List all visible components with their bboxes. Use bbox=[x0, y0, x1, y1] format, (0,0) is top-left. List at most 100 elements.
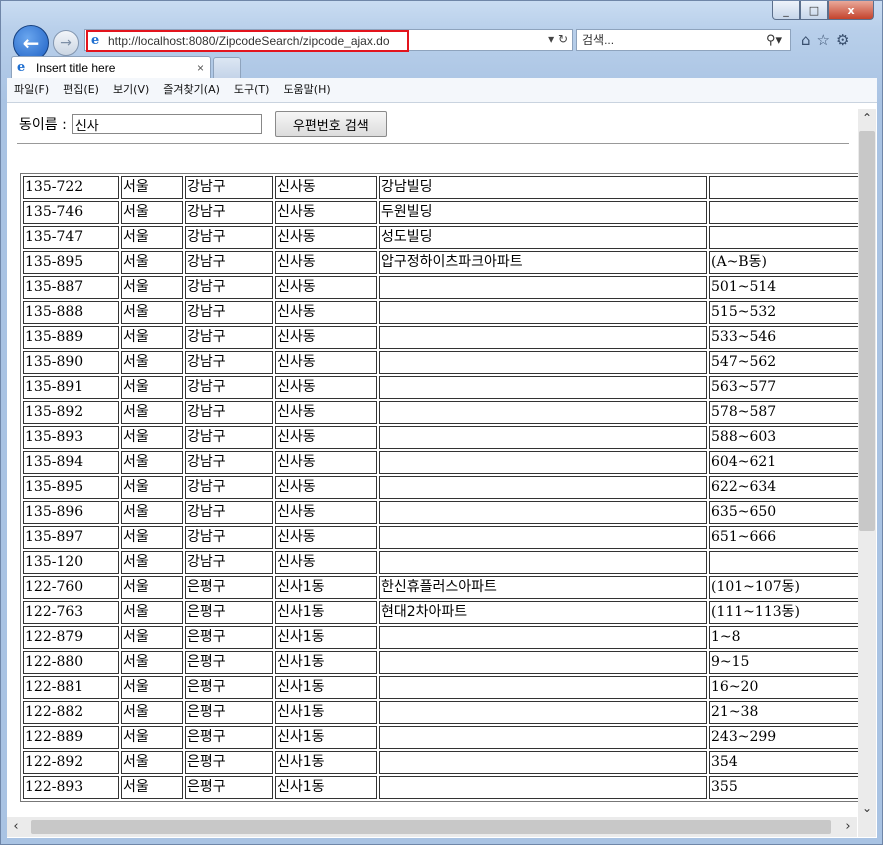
table-cell: 현대2차아파트 bbox=[379, 601, 707, 624]
table-cell: (101~107동) bbox=[709, 576, 862, 599]
table-cell: 강남구 bbox=[185, 476, 273, 499]
table-cell: 신사동 bbox=[275, 201, 377, 224]
scroll-up-icon[interactable]: ⌃ bbox=[858, 109, 876, 127]
search-icon[interactable]: ⚲▾ bbox=[766, 30, 782, 50]
url-text: http://localhost:8080/ZipcodeSearch/zipc… bbox=[108, 34, 390, 48]
table-row: 122-893 서울 은평구 신사1동 355 bbox=[23, 776, 862, 799]
table-row: 135-889 서울 강남구 신사동 533~546 bbox=[23, 326, 862, 349]
table-cell: 신사동 bbox=[275, 326, 377, 349]
scroll-down-icon[interactable]: ⌄ bbox=[858, 799, 876, 817]
menu-help[interactable]: 도움말(H) bbox=[276, 78, 337, 102]
dong-input[interactable] bbox=[71, 114, 262, 134]
table-cell bbox=[379, 701, 707, 724]
zipcode-table: 135-722 서울 강남구 신사동 강남빌딩 135-746 서울 강남구 신사동 두원빌딩 13… bbox=[20, 173, 865, 802]
table-cell: 9~15 bbox=[709, 651, 862, 674]
tab-close-icon[interactable]: × bbox=[197, 57, 204, 79]
table-cell: 신사동 bbox=[275, 301, 377, 324]
scroll-right-icon[interactable]: › bbox=[839, 817, 857, 837]
table-cell: 서울 bbox=[121, 651, 183, 674]
browser-search-box[interactable]: 검색... ⚲▾ bbox=[576, 29, 791, 51]
table-cell: 135-889 bbox=[23, 326, 119, 349]
table-cell: 135-896 bbox=[23, 501, 119, 524]
table-cell bbox=[379, 676, 707, 699]
table-cell: 135-891 bbox=[23, 376, 119, 399]
table-cell: 651~666 bbox=[709, 526, 862, 549]
scroll-left-icon[interactable]: ‹ bbox=[7, 817, 25, 837]
table-row: 135-897 서울 강남구 신사동 651~666 bbox=[23, 526, 862, 549]
table-cell: 신사1동 bbox=[275, 651, 377, 674]
table-cell: 강남구 bbox=[185, 226, 273, 249]
table-cell: 서울 bbox=[121, 601, 183, 624]
table-cell: 은평구 bbox=[185, 751, 273, 774]
table-cell: 강남구 bbox=[185, 251, 273, 274]
table-cell: 서울 bbox=[121, 626, 183, 649]
forward-button[interactable]: → bbox=[53, 30, 79, 56]
minimize-button[interactable]: _ bbox=[772, 1, 800, 20]
table-cell: 135-895 bbox=[23, 476, 119, 499]
table-cell bbox=[379, 476, 707, 499]
menu-file[interactable]: 파일(F) bbox=[7, 78, 56, 102]
horizontal-scrollbar[interactable]: ‹ › bbox=[7, 817, 857, 837]
table-cell: 강남구 bbox=[185, 276, 273, 299]
settings-gear-icon[interactable]: ⚙ bbox=[836, 31, 849, 49]
menu-bar: 파일(F) 편집(E) 보기(V) 즐겨찾기(A) 도구(T) 도움말(H) bbox=[7, 78, 877, 103]
table-cell: 강남구 bbox=[185, 451, 273, 474]
table-cell bbox=[709, 551, 862, 574]
dropdown-arrow-icon[interactable]: ▾ bbox=[548, 32, 554, 46]
table-cell: 서울 bbox=[121, 551, 183, 574]
close-window-button[interactable]: x bbox=[828, 1, 874, 20]
address-bar[interactable]: e http://localhost:8080/ZipcodeSearch/zi… bbox=[84, 29, 573, 52]
table-cell: (A~B동) bbox=[709, 251, 862, 274]
table-row: 135-891 서울 강남구 신사동 563~577 bbox=[23, 376, 862, 399]
table-cell: 122-882 bbox=[23, 701, 119, 724]
horizontal-scroll-thumb[interactable] bbox=[31, 820, 831, 834]
table-row: 122-881 서울 은평구 신사1동 16~20 bbox=[23, 676, 862, 699]
table-row: 122-760 서울 은평구 신사1동 한신휴플러스아파트 (101~107동) bbox=[23, 576, 862, 599]
table-cell: 622~634 bbox=[709, 476, 862, 499]
table-cell bbox=[379, 326, 707, 349]
url-highlight-box[interactable]: e http://localhost:8080/ZipcodeSearch/zi… bbox=[86, 30, 409, 52]
table-cell: 신사1동 bbox=[275, 601, 377, 624]
window-controls: _ □ x bbox=[772, 1, 874, 20]
table-cell: 1~8 bbox=[709, 626, 862, 649]
table-cell: 135-888 bbox=[23, 301, 119, 324]
zipcode-search-button[interactable]: 우편번호 검색 bbox=[274, 111, 387, 137]
new-tab-button[interactable] bbox=[213, 57, 241, 79]
table-cell: 신사동 bbox=[275, 376, 377, 399]
table-cell: 122-892 bbox=[23, 751, 119, 774]
browser-window: _ □ x ← → e http://localhost:8080/Zipcod… bbox=[0, 0, 883, 845]
table-cell: 135-894 bbox=[23, 451, 119, 474]
vertical-scrollbar[interactable]: ⌃ ⌄ bbox=[858, 109, 876, 817]
menu-tools[interactable]: 도구(T) bbox=[227, 78, 277, 102]
table-cell: 은평구 bbox=[185, 651, 273, 674]
menu-edit[interactable]: 편집(E) bbox=[56, 78, 106, 102]
table-cell: 강남구 bbox=[185, 526, 273, 549]
table-cell: 355 bbox=[709, 776, 862, 799]
table-cell: (111~113동) bbox=[709, 601, 862, 624]
favorites-star-icon[interactable]: ☆ bbox=[817, 31, 830, 49]
menu-favorites[interactable]: 즐겨찾기(A) bbox=[156, 78, 227, 102]
table-cell: 서울 bbox=[121, 726, 183, 749]
table-cell: 578~587 bbox=[709, 401, 862, 424]
table-cell: 서울 bbox=[121, 476, 183, 499]
menu-view[interactable]: 보기(V) bbox=[106, 78, 156, 102]
table-cell bbox=[379, 501, 707, 524]
table-cell: 354 bbox=[709, 751, 862, 774]
table-cell bbox=[379, 351, 707, 374]
table-cell: 은평구 bbox=[185, 726, 273, 749]
table-cell: 604~621 bbox=[709, 451, 862, 474]
browser-tab[interactable]: e Insert title here × bbox=[11, 56, 211, 78]
refresh-icon[interactable]: ↻ bbox=[558, 32, 568, 46]
vertical-scroll-thumb[interactable] bbox=[859, 131, 875, 531]
table-cell bbox=[379, 526, 707, 549]
table-cell bbox=[379, 726, 707, 749]
table-cell: 강남구 bbox=[185, 426, 273, 449]
back-arrow-icon: ← bbox=[22, 31, 40, 55]
table-row: 122-882 서울 은평구 신사1동 21~38 bbox=[23, 701, 862, 724]
table-cell: 서울 bbox=[121, 326, 183, 349]
maximize-button[interactable]: □ bbox=[800, 1, 828, 20]
tab-title: Insert title here bbox=[36, 61, 116, 75]
table-cell bbox=[379, 751, 707, 774]
home-icon[interactable]: ⌂ bbox=[801, 31, 811, 49]
table-cell bbox=[709, 201, 862, 224]
